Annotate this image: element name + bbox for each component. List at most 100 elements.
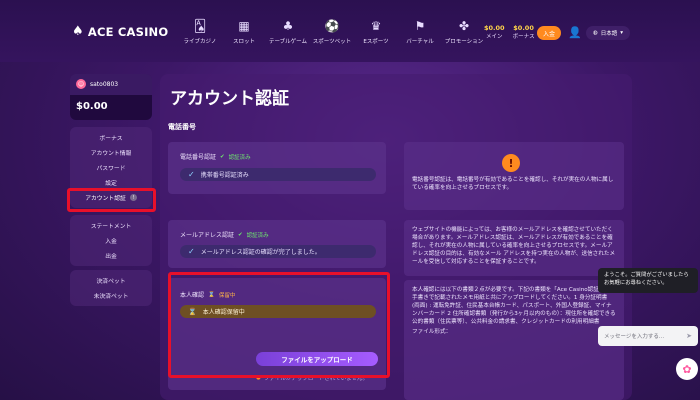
slot-icon: ▦	[238, 19, 250, 33]
cards-icon: 🂡	[193, 19, 207, 33]
user-icon[interactable]: 👤	[568, 26, 582, 39]
phone-field-text: 携帯番号認証済み	[200, 172, 249, 179]
bonus-balance-label: ボーナス	[512, 34, 535, 40]
avatar[interactable]: ☺	[76, 79, 86, 89]
check-circle-icon: ✔	[238, 231, 243, 238]
send-icon[interactable]: ➤	[686, 332, 692, 340]
upload-note: ● ファイルがアップロードされていません。	[256, 374, 368, 382]
globe-icon: ◍	[592, 30, 598, 36]
phone-info-panel: 電話番号認証は、電話番号が有効であることを確認し、それが実在の人物に属している確…	[404, 142, 624, 210]
menu-item-label: パスワード	[96, 166, 126, 172]
exclamation-icon: !	[502, 154, 520, 172]
check-icon: ✓	[188, 247, 195, 256]
warning-dot-icon: ●	[256, 375, 261, 381]
menu-item-account-verification[interactable]: アカウント認証 !	[70, 190, 152, 205]
upload-note-text: ファイルがアップロードされていません。	[263, 376, 368, 382]
menu-item-bonus[interactable]: ボーナス	[70, 130, 152, 145]
phone-card-title: 電話番号認証	[180, 154, 217, 161]
email-status-field: ✓ メールアドレス認証の確認が完了しました。	[180, 245, 376, 258]
soccer-icon: ⚽	[324, 19, 340, 33]
bonus-balance: $0.00 ボーナス	[513, 24, 535, 40]
menu-item-label: アカウント情報	[90, 151, 132, 157]
nav-label: プロモーション	[444, 39, 484, 45]
virtual-icon: ⚑	[414, 19, 426, 33]
promotion-icon: ✤	[458, 19, 470, 33]
verification-panel: アカウント認証 電話番号 電話番号認証 ✔ 認証済み ✓ 携帯番号認証済み メー…	[160, 74, 632, 400]
nav-label: Eスポーツ	[363, 39, 389, 45]
page-title: アカウント認証	[170, 89, 289, 109]
chat-message-input[interactable]: メッセージを入力する... ➤	[598, 326, 698, 346]
sidebar-balance: $0.00	[70, 95, 152, 120]
chevron-down-icon: ▾	[620, 30, 624, 36]
nav-label: ライブカジノ	[183, 39, 217, 45]
bet-menu: 決済ペット 未決済ペット	[70, 270, 152, 306]
email-verification-card: メールアドレス認証 ✔ 認証済み ✓ メールアドレス認証の確認が完了しました。	[168, 220, 386, 268]
identity-info-text: 本人確認には以下の書類２点が必要です。下記の書類を「Ace Casino認証用」…	[412, 287, 616, 325]
balances: $0.00 メイン $0.00 ボーナス	[484, 24, 535, 40]
menu-item-label: ステートメント	[90, 224, 132, 230]
table-game-icon: ♣	[282, 19, 294, 33]
menu-item-withdraw[interactable]: 出金	[70, 248, 152, 263]
ace-casino-logo[interactable]: ♠ ACE CASINO	[72, 24, 168, 39]
chat-welcome-bubble: ようこそ。ご質問がございましたらお気軽にお尋ねください。	[598, 268, 698, 293]
phone-verification-card: 電話番号認証 ✔ 認証済み ✓ 携帯番号認証済み	[168, 142, 386, 194]
menu-item-label: 出金	[105, 254, 117, 260]
menu-item-label: 決済ペット	[96, 279, 126, 285]
check-circle-icon: ✔	[220, 153, 225, 160]
menu-item-unsettled-bets[interactable]: 未決済ペット	[70, 288, 152, 303]
chat-input-placeholder: メッセージを入力する...	[604, 334, 665, 340]
nav-promotion[interactable]: ✤ プロモーション	[442, 18, 486, 45]
check-icon: ✓	[188, 170, 195, 179]
identity-status: 保留中	[218, 292, 236, 299]
menu-item-label: 設定	[105, 181, 117, 187]
menu-item-label: ボーナス	[99, 136, 123, 142]
phone-card-head: 電話番号認証 ✔ 認証済み	[180, 152, 251, 162]
nav-slots[interactable]: ▦ スロット	[222, 18, 266, 45]
menu-item-settings[interactable]: 設定	[70, 175, 152, 190]
bonus-balance-value: $0.00	[513, 24, 534, 32]
menu-item-deposit[interactable]: 入金	[70, 233, 152, 248]
logo-text: ACE CASINO	[87, 24, 169, 39]
username: sato0803	[90, 80, 119, 88]
nav-virtual[interactable]: ⚑ バーチャル	[398, 18, 442, 45]
email-info-panel: ウェブサイトの機能によっては、お客様のメールアドレスを確認させていただく場合があ…	[404, 220, 624, 276]
section-label: 電話番号	[168, 123, 196, 131]
hourglass-icon: ⌛	[188, 307, 197, 316]
menu-item-label: アカウント認証	[85, 196, 126, 202]
language-selector[interactable]: ◍ 日本語 ▾	[586, 26, 630, 40]
nav-sportsbet[interactable]: ⚽ スポーツベット	[310, 18, 354, 45]
main-balance-label: メイン	[486, 34, 503, 40]
nav-label: バーチャル	[406, 39, 434, 45]
identity-card-head: 本人確認 ⌛ 保留中	[180, 290, 236, 300]
menu-item-account-info[interactable]: アカウント情報	[70, 145, 152, 160]
chat-avatar-icon[interactable]: ✿	[676, 358, 698, 380]
identity-card-title: 本人確認	[180, 292, 205, 299]
top-navigation-bar: ♠ ACE CASINO 🂡 ライブカジノ ▦ スロット ♣ テーブルゲーム ⚽…	[0, 0, 700, 62]
main-balance-value: $0.00	[484, 24, 505, 32]
phone-status: 認証済み	[228, 154, 251, 161]
nav-label: テーブルゲーム	[268, 39, 307, 45]
menu-item-password[interactable]: パスワード	[70, 160, 152, 175]
nav-esports[interactable]: ♛ Eスポーツ	[354, 18, 398, 45]
menu-item-settled-bets[interactable]: 決済ペット	[70, 273, 152, 288]
email-card-head: メールアドレス認証 ✔ 認証済み	[180, 230, 269, 240]
identity-info-panel: 本人確認には以下の書類２点が必要です。下記の書類を「Ace Casino認証用」…	[404, 280, 624, 400]
phone-status-field: ✓ 携帯番号認証済み	[180, 168, 376, 181]
main-nav: 🂡 ライブカジノ ▦ スロット ♣ テーブルゲーム ⚽ スポーツベット ♛ Eス…	[178, 18, 486, 45]
menu-item-label: 入金	[105, 239, 117, 245]
email-status: 認証済み	[246, 232, 269, 239]
identity-field-text: 本人確認保留中	[202, 309, 245, 316]
nav-live-casino[interactable]: 🂡 ライブカジノ	[178, 18, 222, 45]
nav-label: スポーツベット	[312, 39, 352, 45]
alert-badge: !	[129, 194, 137, 201]
nav-label: スロット	[232, 39, 255, 45]
upload-file-button[interactable]: ファイルをアップロード	[256, 352, 378, 366]
file-format-label: ファイル形式：	[412, 329, 452, 335]
identity-status-field: ⌛ 本人確認保留中	[180, 305, 376, 318]
hourglass-icon: ⌛	[208, 291, 215, 298]
transaction-menu: ステートメント 入金 出金	[70, 215, 152, 266]
menu-item-statement[interactable]: ステートメント	[70, 218, 152, 233]
nav-table-games[interactable]: ♣ テーブルゲーム	[266, 18, 310, 45]
deposit-button[interactable]: 入金	[537, 26, 561, 40]
spade-icon: ♠	[72, 24, 84, 39]
